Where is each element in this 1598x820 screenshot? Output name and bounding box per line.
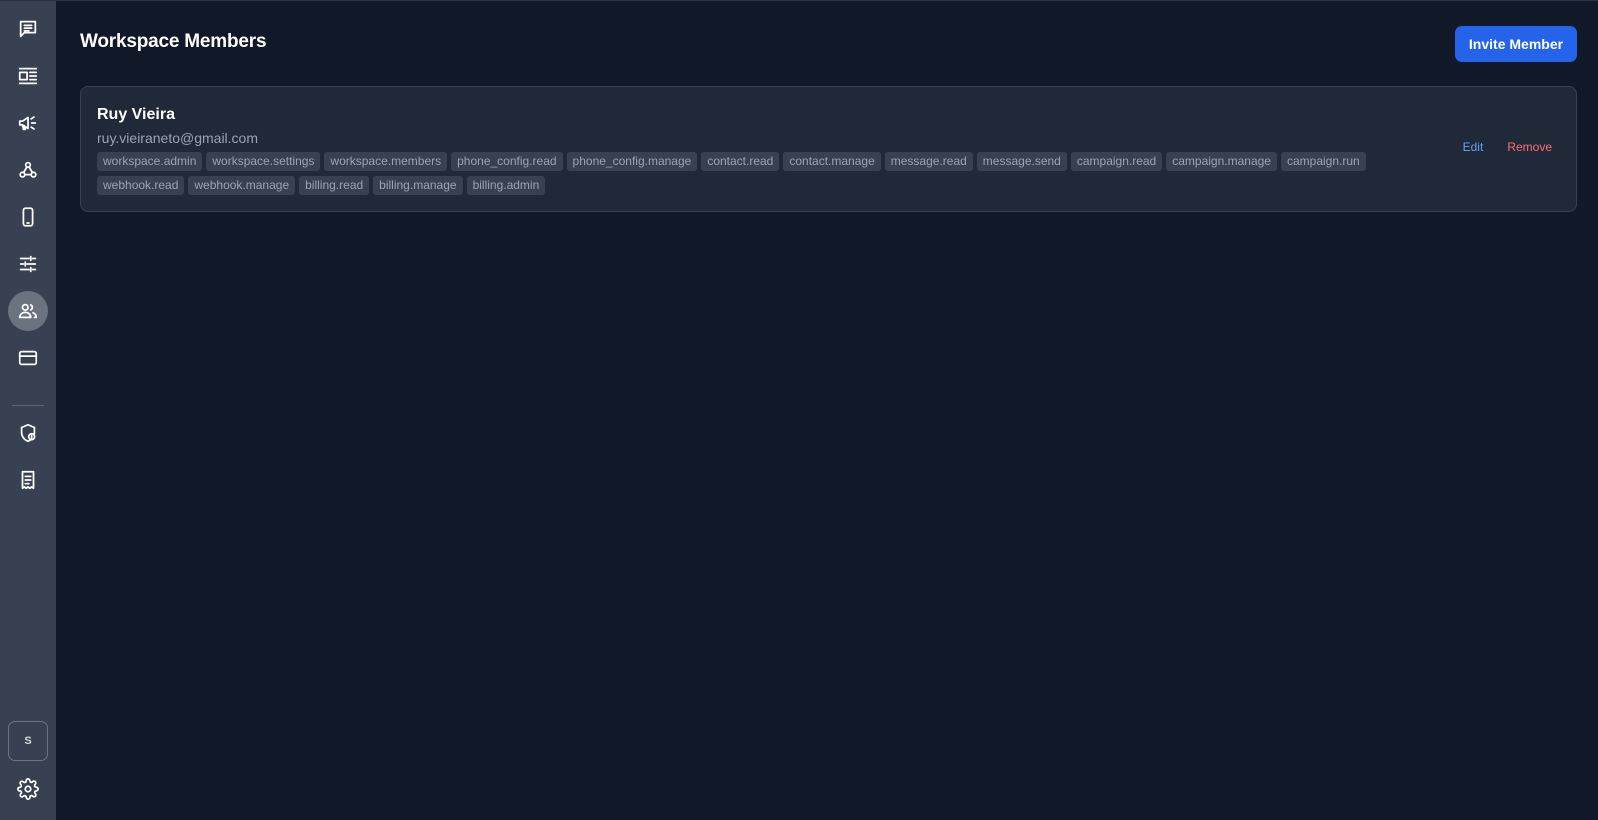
permission-badge: webhook.manage bbox=[188, 176, 296, 195]
permission-list: workspace.admin workspace.settings works… bbox=[97, 152, 1397, 195]
templates-icon bbox=[18, 67, 38, 85]
page-title: Workspace Members bbox=[80, 31, 267, 52]
sidebar-item-phone-numbers[interactable] bbox=[8, 197, 48, 237]
permission-badge: workspace.members bbox=[324, 152, 448, 171]
sidebar-item-privacy[interactable] bbox=[8, 413, 48, 453]
sliders-icon bbox=[19, 255, 37, 273]
workspace-initial: S bbox=[24, 735, 32, 747]
sidebar-item-templates[interactable] bbox=[8, 56, 48, 96]
permission-badge: billing.manage bbox=[373, 176, 463, 195]
permission-badge: phone_config.read bbox=[451, 152, 563, 171]
permission-badge: billing.read bbox=[299, 176, 370, 195]
permission-badge: message.read bbox=[884, 152, 973, 171]
users-icon bbox=[18, 303, 38, 319]
phone-icon bbox=[22, 207, 34, 227]
permission-badge: campaign.run bbox=[1280, 152, 1366, 171]
permission-badge: campaign.read bbox=[1070, 152, 1163, 171]
workspace-avatar[interactable]: S bbox=[8, 721, 48, 761]
permission-badge: webhook.read bbox=[97, 176, 185, 195]
sidebar-divider bbox=[12, 405, 44, 406]
gear-icon bbox=[17, 778, 39, 800]
chat-icon bbox=[19, 20, 37, 38]
settings-button[interactable] bbox=[8, 769, 48, 809]
sidebar-item-webhooks[interactable] bbox=[8, 150, 48, 190]
permission-badge: campaign.manage bbox=[1166, 152, 1277, 171]
invite-member-button[interactable]: Invite Member bbox=[1455, 26, 1577, 62]
permission-badge: billing.admin bbox=[466, 176, 546, 195]
permission-badge: workspace.admin bbox=[97, 152, 203, 171]
edit-member-button[interactable]: Edit bbox=[1463, 140, 1484, 154]
sidebar-item-billing[interactable] bbox=[8, 338, 48, 378]
member-name: Ruy Vieira bbox=[97, 106, 175, 123]
sidebar-item-campaigns[interactable] bbox=[8, 103, 48, 143]
permission-badge: contact.manage bbox=[783, 152, 881, 171]
app-window: S Workspace Members Invite Member Ruy Vi… bbox=[0, 0, 1598, 820]
megaphone-icon bbox=[18, 116, 37, 131]
sidebar-item-members[interactable] bbox=[8, 291, 48, 331]
credit-card-icon bbox=[18, 350, 38, 366]
remove-member-button[interactable]: Remove bbox=[1507, 140, 1552, 154]
sidebar: S bbox=[0, 1, 56, 820]
permission-badge: message.send bbox=[976, 152, 1067, 171]
member-actions: Edit Remove bbox=[1463, 140, 1552, 154]
permission-badge: phone_config.manage bbox=[566, 152, 698, 171]
webhook-icon bbox=[19, 161, 37, 178]
sidebar-item-configuration[interactable] bbox=[8, 244, 48, 284]
member-card: Ruy Vieira ruy.vieiraneto@gmail.com work… bbox=[80, 86, 1577, 212]
main-content: Workspace Members Invite Member Ruy Viei… bbox=[56, 1, 1598, 820]
shield-icon bbox=[20, 423, 36, 443]
member-email: ruy.vieiraneto@gmail.com bbox=[97, 130, 259, 146]
receipt-icon bbox=[21, 470, 35, 490]
permission-badge: contact.read bbox=[701, 152, 780, 171]
sidebar-item-chats[interactable] bbox=[8, 9, 48, 49]
permission-badge: workspace.settings bbox=[206, 152, 321, 171]
sidebar-item-terms[interactable] bbox=[8, 460, 48, 500]
